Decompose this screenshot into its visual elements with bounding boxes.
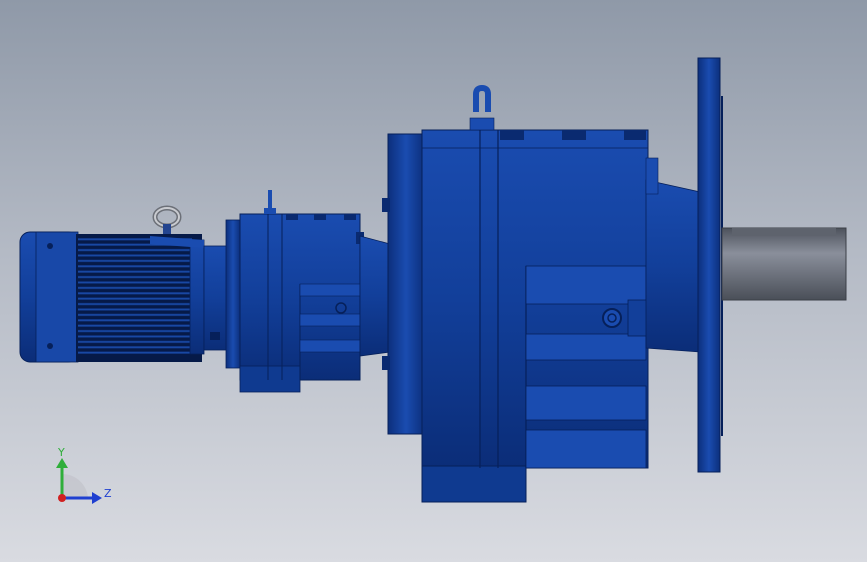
motor-fin [78,292,192,295]
motor-fin [78,248,192,252]
motor-fin [78,259,192,263]
motor-fin [78,286,192,290]
motor-fin [78,275,192,279]
motor-end-cap [19,231,79,363]
motor-fin [78,351,192,354]
output-shaft [721,227,847,301]
motor-fin [78,313,192,317]
motor-fin [78,265,192,268]
gearmotor-model[interactable] [19,57,847,503]
motor-fin [78,308,192,311]
intermediate-cone [359,235,391,357]
cad-viewport[interactable]: Y Z [0,0,867,562]
motor-fin [78,346,192,349]
motor-fin [78,319,192,322]
motor-fin [78,270,192,273]
output-cone [645,157,701,353]
motor-fin [78,302,192,306]
motor-fin [78,335,192,338]
motor-adapter [203,245,229,351]
motor-fin [78,254,192,257]
motor-fin [78,281,192,284]
main-gear-housing [421,129,649,503]
motor-fin [78,324,192,327]
motor-fin [78,340,192,344]
triad-z-label: Z [104,487,112,500]
main-housing-front-flange [382,133,425,435]
motor-body [76,234,205,362]
motor-fin [78,297,192,300]
triad-y-label: Y [57,446,65,459]
output-flange [697,57,723,473]
motor-lifting-eye [152,205,182,234]
coordinate-triad-icon: Y Z [56,446,112,504]
main-housing-eye-bolt [469,84,495,131]
primary-gear-stage [225,213,364,393]
primary-stage-eye-bolt [264,190,276,214]
motor-fin [78,329,192,333]
